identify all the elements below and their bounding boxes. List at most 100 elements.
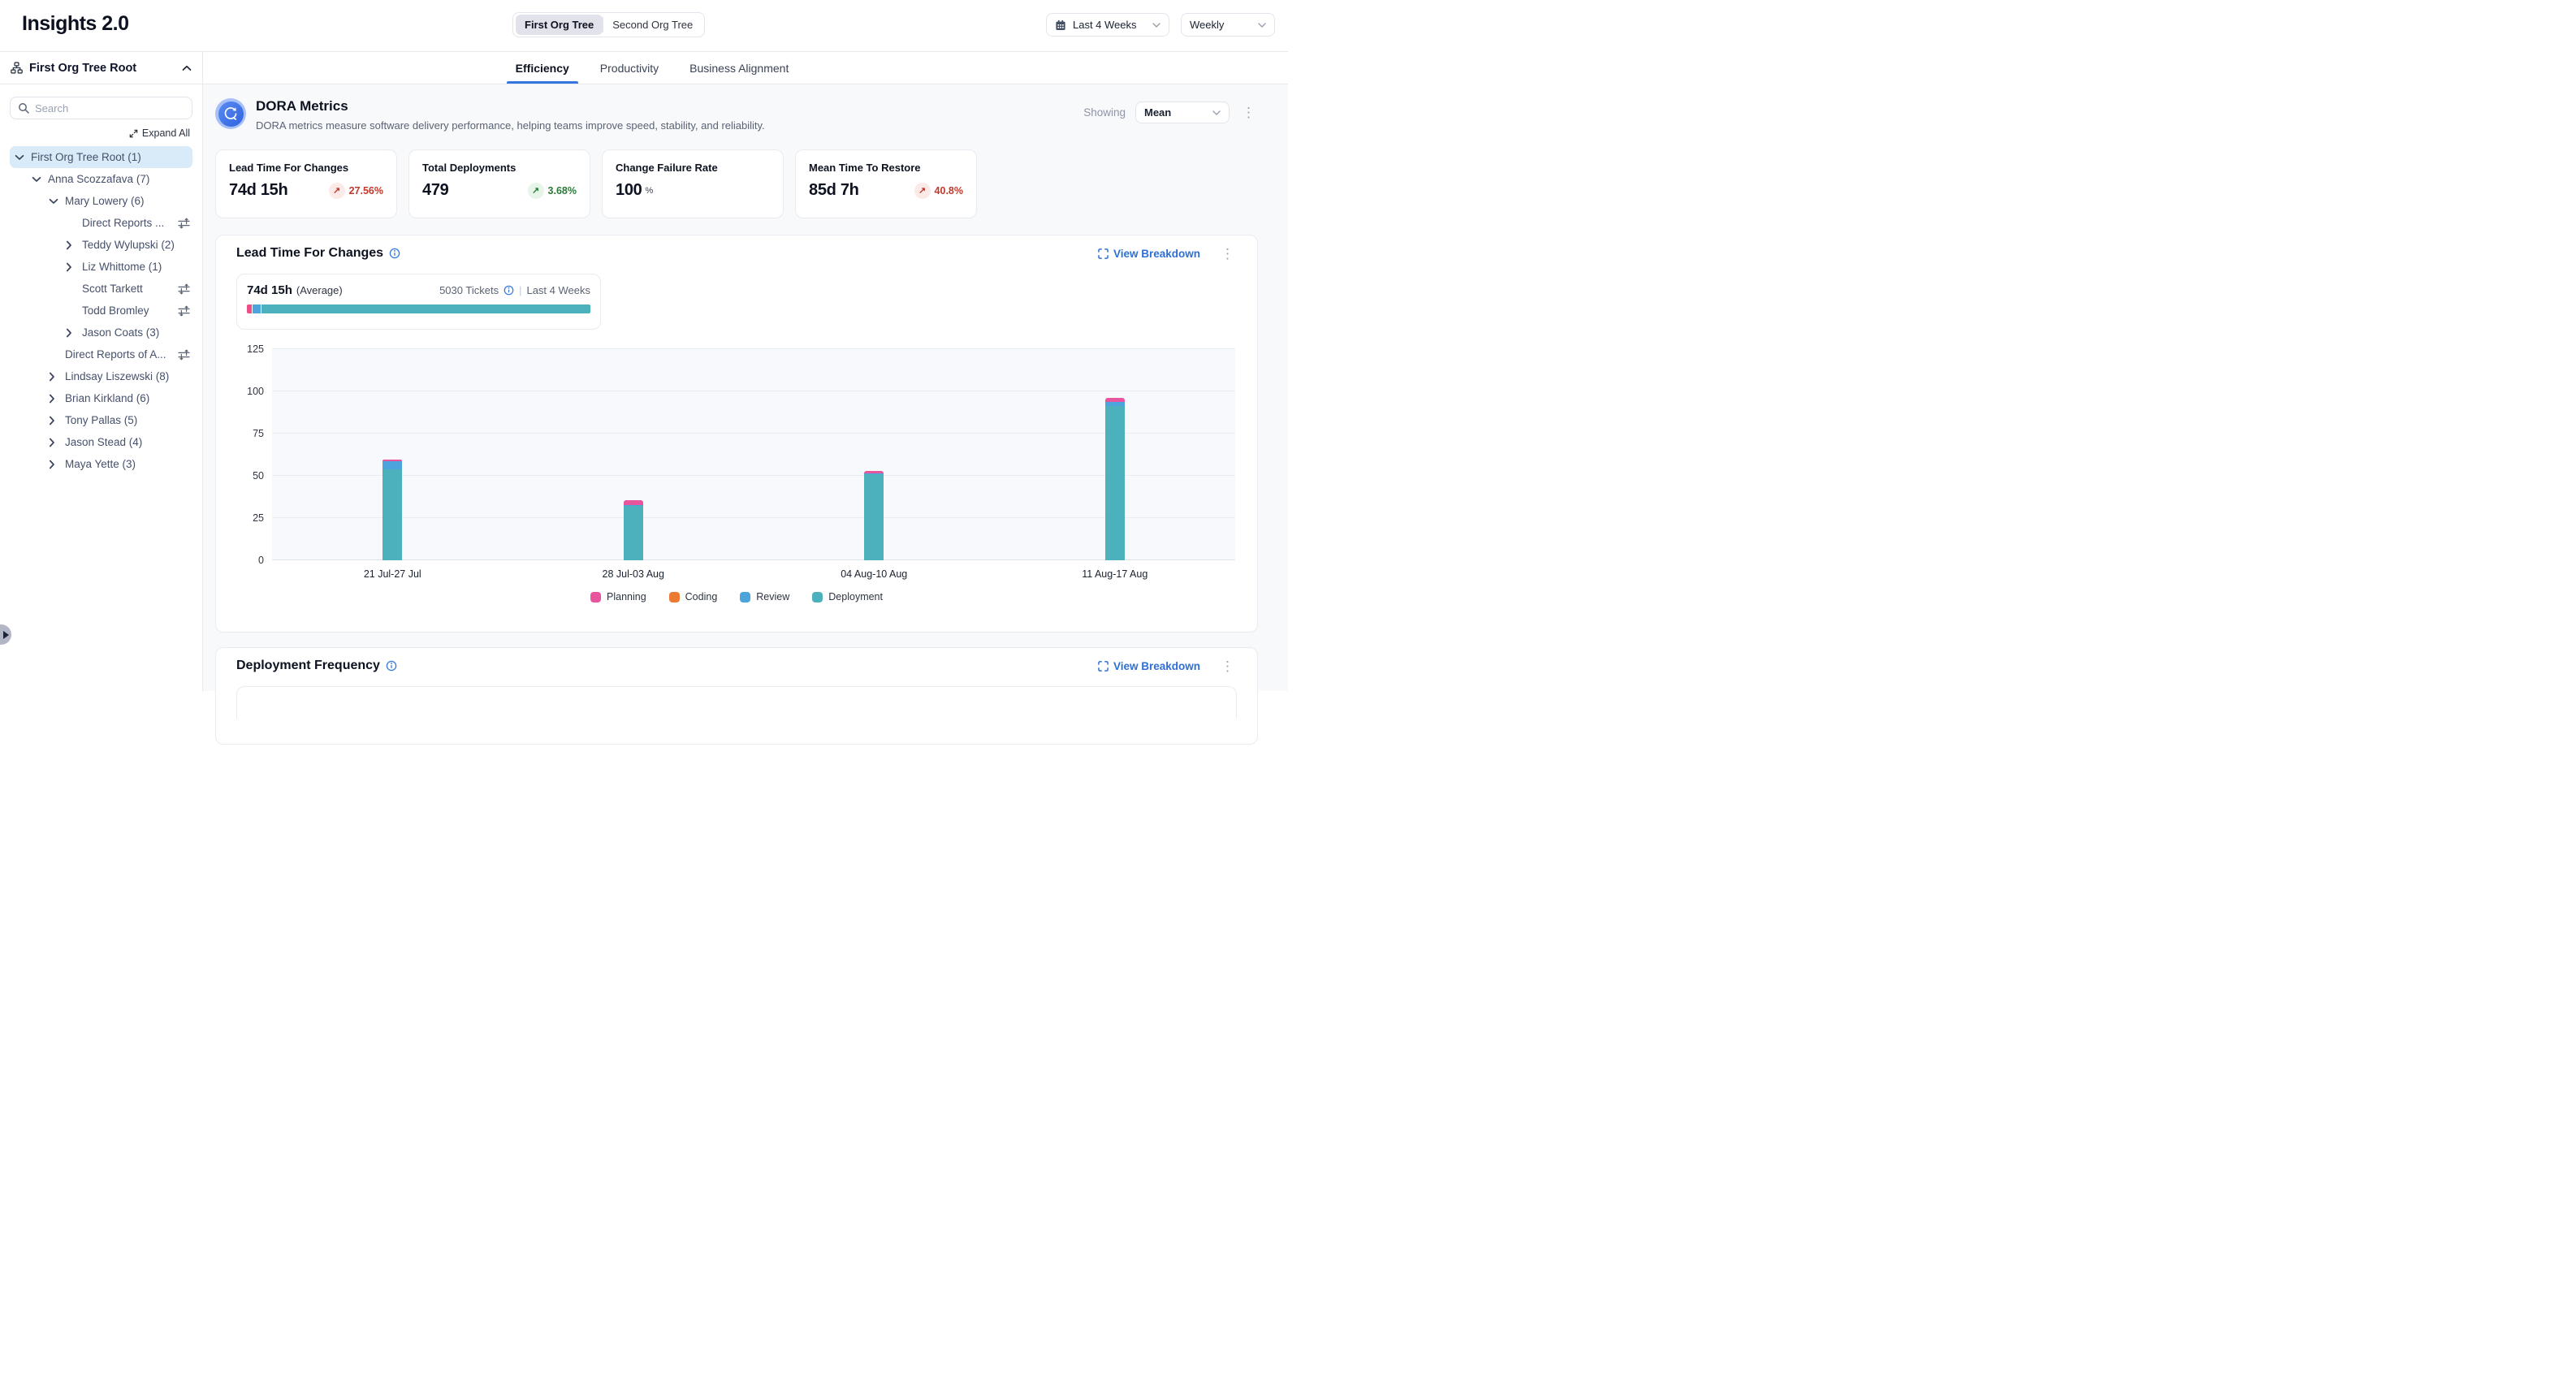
- gridline: [272, 433, 1235, 434]
- legend-label: Review: [756, 591, 789, 602]
- chevron-right-icon[interactable]: [66, 262, 82, 272]
- metric-card-value: 74d 15h: [229, 181, 287, 200]
- tree-item[interactable]: First Org Tree Root (1): [10, 146, 192, 168]
- chevron-down-icon[interactable]: [32, 176, 48, 183]
- filter-sliders-icon[interactable]: [178, 305, 192, 317]
- divider: |: [519, 284, 521, 296]
- bar-segment-deployment: [864, 474, 884, 560]
- dora-header: DORA Metrics DORA metrics measure softwa…: [215, 98, 1258, 132]
- bar-segment-deployment: [1105, 406, 1125, 560]
- date-range-select[interactable]: Last 4 Weeks: [1046, 13, 1169, 37]
- tree-item[interactable]: Teddy Wylupski (2): [10, 234, 192, 256]
- metric-card: Total Deployments 479 ↗3.68%: [408, 149, 590, 218]
- view-breakdown-button[interactable]: View Breakdown: [1098, 660, 1200, 672]
- bar-segment-deployment: [624, 506, 643, 560]
- tree-item[interactable]: Todd Bromley: [10, 300, 192, 322]
- bar-segment-deployment: [383, 469, 402, 560]
- tree-item[interactable]: Maya Yette (3): [10, 453, 192, 475]
- tree-item-label: Lindsay Liszewski (8): [65, 370, 169, 382]
- phase-segment-review: [253, 304, 260, 313]
- kebab-menu-icon[interactable]: ⋮: [1218, 247, 1237, 261]
- tree-item-label: Tony Pallas (5): [65, 414, 137, 426]
- tree-item-label: Mary Lowery (6): [65, 195, 145, 207]
- expand-all-button[interactable]: Expand All: [12, 127, 190, 139]
- showing-label: Showing: [1083, 106, 1126, 119]
- chevron-right-icon[interactable]: [49, 372, 65, 382]
- chevron-up-icon[interactable]: [182, 65, 192, 71]
- tree-item[interactable]: Direct Reports of A...: [10, 343, 192, 365]
- date-range-value: Last 4 Weeks: [1073, 19, 1146, 31]
- info-icon[interactable]: [386, 660, 397, 672]
- chevron-right-icon[interactable]: [49, 394, 65, 404]
- tree-item-label: Liz Whittome (1): [82, 261, 162, 273]
- filter-sliders-icon[interactable]: [178, 218, 192, 229]
- info-icon[interactable]: [504, 285, 514, 296]
- y-tick-label: 125: [236, 343, 264, 355]
- chart-bar[interactable]: [383, 460, 402, 560]
- gridline: [272, 517, 1235, 518]
- trend-up-arrow-icon: ↗: [329, 183, 345, 199]
- tree-item[interactable]: Direct Reports ...: [10, 212, 192, 234]
- view-breakdown-label: View Breakdown: [1113, 660, 1200, 672]
- y-tick-label: 50: [236, 470, 264, 482]
- chevron-down-icon[interactable]: [15, 154, 31, 161]
- tree-item[interactable]: Jason Coats (3): [10, 322, 192, 343]
- top-bar: Insights 2.0 First Org TreeSecond Org Tr…: [0, 0, 1288, 52]
- sidebar-search[interactable]: [10, 97, 192, 119]
- aggregation-select[interactable]: Mean: [1135, 101, 1230, 123]
- org-toggle-option[interactable]: Second Org Tree: [603, 15, 702, 35]
- tree-item[interactable]: Tony Pallas (5): [10, 409, 192, 431]
- tab-efficiency[interactable]: Efficiency: [514, 52, 571, 84]
- filter-sliders-icon[interactable]: [178, 283, 192, 295]
- tree-item[interactable]: Brian Kirkland (6): [10, 387, 192, 409]
- tickets-count: 5030 Tickets: [439, 284, 499, 296]
- lead-time-chart: 0255075100125: [236, 349, 1237, 560]
- granularity-value: Weekly: [1190, 19, 1251, 31]
- metric-card-value: 479: [422, 181, 448, 200]
- trend-badge: ↗3.68%: [528, 183, 577, 199]
- expand-all-label: Expand All: [142, 127, 190, 139]
- chevron-down-icon[interactable]: [49, 198, 65, 205]
- legend-item-deployment: Deployment: [812, 591, 883, 602]
- legend-item-review: Review: [740, 591, 789, 602]
- info-icon[interactable]: [389, 248, 400, 259]
- tree-item[interactable]: Scott Tarkett: [10, 278, 192, 300]
- filter-sliders-icon[interactable]: [178, 349, 192, 361]
- tree-item[interactable]: Liz Whittome (1): [10, 256, 192, 278]
- chevron-right-icon[interactable]: [49, 460, 65, 469]
- tree-item[interactable]: Mary Lowery (6): [10, 190, 192, 212]
- search-input[interactable]: [35, 102, 184, 114]
- dora-cycle-icon: [215, 98, 246, 129]
- tree-item-label: First Org Tree Root (1): [31, 151, 141, 163]
- org-toggle-option[interactable]: First Org Tree: [516, 15, 603, 35]
- chart-bar[interactable]: [1105, 398, 1125, 560]
- aggregation-value: Mean: [1144, 106, 1206, 119]
- tree-item[interactable]: Lindsay Liszewski (8): [10, 365, 192, 387]
- sidebar-title: First Org Tree Root: [29, 62, 175, 75]
- chart-bar[interactable]: [624, 500, 643, 560]
- granularity-select[interactable]: Weekly: [1181, 13, 1275, 37]
- dora-subtitle: DORA metrics measure software delivery p…: [256, 119, 765, 132]
- metric-card-title: Total Deployments: [422, 162, 577, 174]
- tree-item[interactable]: Jason Stead (4): [10, 431, 192, 453]
- x-axis-labels: 21 Jul-27 Jul28 Jul-03 Aug04 Aug-10 Aug1…: [272, 568, 1235, 580]
- chevron-right-icon[interactable]: [49, 438, 65, 447]
- chevron-right-icon[interactable]: [49, 416, 65, 425]
- tab-productivity[interactable]: Productivity: [599, 52, 660, 84]
- kebab-menu-icon[interactable]: ⋮: [1218, 659, 1237, 673]
- kebab-menu-icon[interactable]: ⋮: [1239, 106, 1258, 119]
- chevron-down-icon: [1152, 23, 1160, 28]
- sidebar-header: First Org Tree Root: [0, 52, 202, 84]
- tree-item[interactable]: Anna Scozzafava (7): [10, 168, 192, 190]
- chevron-right-icon[interactable]: [66, 328, 82, 338]
- legend-label: Deployment: [828, 591, 883, 602]
- tab-business-alignment[interactable]: Business Alignment: [688, 52, 790, 84]
- legend-swatch: [590, 592, 601, 602]
- app-title: Insights 2.0: [22, 12, 129, 36]
- org-tree-toggle: First Org TreeSecond Org Tree: [512, 12, 705, 37]
- section-title: Lead Time For Changes: [236, 246, 383, 261]
- view-breakdown-button[interactable]: View Breakdown: [1098, 248, 1200, 260]
- chart-bar[interactable]: [864, 471, 884, 560]
- chevron-right-icon[interactable]: [66, 240, 82, 250]
- legend-swatch: [812, 592, 823, 602]
